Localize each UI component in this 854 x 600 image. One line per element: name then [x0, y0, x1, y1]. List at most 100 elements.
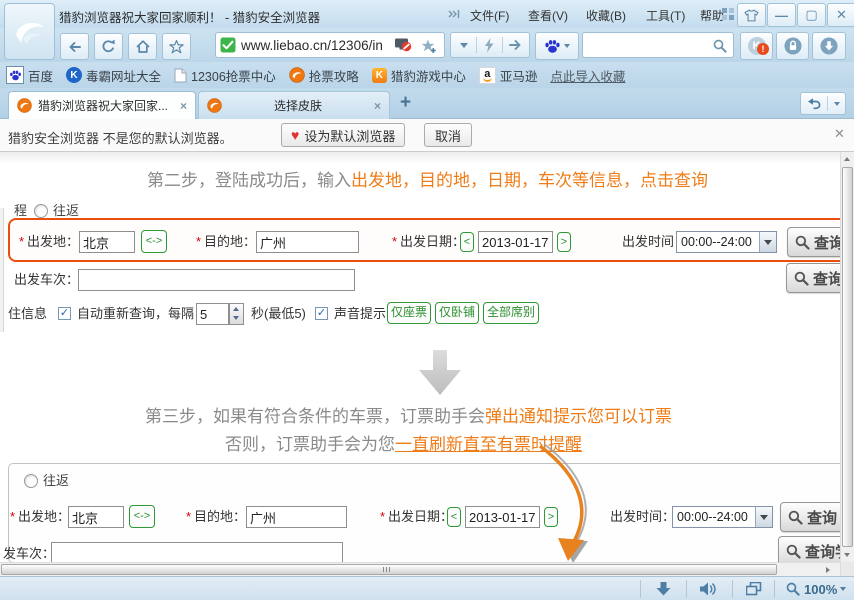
refresh-button[interactable] [94, 33, 123, 60]
duba-account-button[interactable]: K ! [740, 32, 773, 60]
form1-train-input[interactable] [78, 269, 355, 291]
browser-logo-button[interactable] [4, 3, 55, 60]
page-icon [174, 68, 187, 83]
seconds-label: 秒(最低5) [251, 304, 306, 324]
all-seats-button[interactable]: 全部席别 [483, 302, 539, 324]
url-text[interactable]: www.liebao.cn/12306/in [241, 38, 383, 53]
bookmark-qiangpiao[interactable]: 抢票攻略 [289, 66, 359, 85]
status-mute-button[interactable] [700, 582, 717, 600]
form1-date-input[interactable] [478, 231, 553, 253]
speed-boost-button[interactable] [477, 38, 501, 53]
tab-inactive[interactable]: 选择皮肤 × [198, 91, 390, 119]
sleeper-only-button[interactable]: 仅卧铺 [435, 302, 479, 324]
form2-from-label: 出发地： [18, 507, 70, 527]
status-restore-button[interactable] [746, 582, 762, 600]
close-button[interactable]: ✕ [827, 3, 854, 27]
back-button[interactable] [60, 33, 89, 60]
status-download-button[interactable] [656, 582, 671, 600]
privacy-button[interactable] [776, 32, 809, 60]
reopen-closed-tab-button[interactable] [800, 92, 846, 115]
required-mark: * [10, 507, 15, 527]
form1-from-input[interactable] [79, 231, 135, 253]
horizontal-scrollbar[interactable] [0, 562, 840, 576]
downloads-button[interactable] [812, 32, 846, 60]
lightning-icon [484, 38, 494, 53]
form2-swap-button[interactable]: <-> [129, 505, 155, 528]
bookmark-game-center[interactable]: K 猎豹游戏中心 [372, 66, 466, 85]
menu-view[interactable]: 查看(V) [528, 7, 568, 24]
notification-close-icon[interactable]: ✕ [834, 126, 845, 142]
form2-date-prev-button[interactable]: < [447, 507, 461, 527]
search-input[interactable] [586, 35, 710, 57]
zoom-level[interactable]: 100% [804, 582, 837, 597]
adblock-icon[interactable] [394, 38, 410, 56]
reopen-dropdown[interactable] [828, 102, 845, 106]
skin-button[interactable] [737, 3, 766, 27]
seat-only-button[interactable]: 仅座票 [387, 302, 431, 324]
v-scroll-up-arrow[interactable] [844, 157, 850, 161]
form2-roundtrip-radio[interactable] [24, 474, 38, 488]
status-zoom-button[interactable] [786, 582, 800, 600]
form2-from-input[interactable] [68, 506, 124, 528]
window-title: 猎豹浏览器祝大家回家顺利！ - 猎豹安全浏览器 [59, 7, 320, 26]
home-icon [135, 39, 151, 54]
v-scrollbar-thumb[interactable] [842, 167, 853, 547]
search-icon[interactable] [713, 39, 727, 53]
form1-date-prev-button[interactable]: < [460, 232, 474, 252]
interval-input[interactable] [196, 303, 229, 325]
form1-date-label: 出发日期： [400, 232, 465, 252]
minimize-button[interactable]: — [767, 3, 796, 27]
search-engine-button[interactable] [535, 32, 579, 60]
import-bookmarks-link[interactable]: 点此导入收藏 [550, 66, 625, 85]
roundtrip-radio[interactable] [34, 204, 48, 218]
form1-time-select[interactable]: 00:00--24:00 [676, 231, 777, 253]
form2-to-input[interactable] [246, 506, 347, 528]
v-scroll-down-arrow[interactable] [844, 553, 850, 557]
sound-checkbox[interactable]: ✓ [315, 307, 328, 320]
tab-close-icon[interactable]: × [374, 99, 381, 113]
combo-dropdown-button[interactable] [755, 507, 772, 527]
bookmark-12306[interactable]: 12306抢票中心 [174, 66, 276, 85]
menu-favorites[interactable]: 收藏(B) [586, 7, 626, 24]
spinner-up-icon[interactable] [233, 307, 239, 311]
address-actions-group [450, 32, 530, 58]
menu-tools[interactable]: 工具(T) [646, 7, 685, 24]
favorites-button[interactable] [162, 33, 191, 60]
bookmark-label: 百度 [28, 66, 53, 85]
tab-close-icon[interactable]: × [180, 99, 187, 113]
spinner-down-icon[interactable] [233, 316, 239, 320]
bookmark-baidu[interactable]: 百度 [6, 66, 53, 85]
url-dropdown-button[interactable] [453, 43, 475, 48]
set-default-button[interactable]: ♥ 设为默认浏览器 [281, 123, 405, 147]
form1-date-next-button[interactable]: > [557, 232, 571, 252]
form2-train-input[interactable] [51, 542, 343, 564]
tab-active[interactable]: 猎豹浏览器祝大家回家... × [8, 91, 196, 119]
menu-help[interactable]: 帮助 [700, 7, 724, 24]
new-tab-button[interactable]: + [400, 92, 411, 114]
zoom-dropdown-icon[interactable] [840, 587, 846, 591]
h-scroll-right-arrow[interactable] [826, 567, 830, 573]
bookmark-amazon[interactable]: a 亚马逊 [479, 66, 538, 85]
go-button[interactable] [503, 38, 527, 52]
form2-time-select[interactable]: 00:00--24:00 [672, 506, 773, 528]
undo-icon [807, 97, 821, 110]
step3-line1: 第三步，如果有符合条件的车票，订票助手会弹出通知提示您可以订票 [145, 402, 672, 427]
home-button[interactable] [128, 33, 157, 60]
address-bar[interactable]: www.liebao.cn/12306/in [215, 32, 445, 58]
duba-k-icon: K [66, 67, 82, 83]
form1-to-input[interactable] [256, 231, 359, 253]
cancel-button[interactable]: 取消 [424, 123, 472, 147]
vertical-scrollbar[interactable] [840, 152, 854, 576]
auto-refresh-checkbox[interactable]: ✓ [58, 307, 71, 320]
extensions-grid-icon[interactable] [722, 8, 734, 20]
h-scrollbar-thumb[interactable] [1, 564, 777, 575]
menu-pin-icon[interactable] [448, 8, 460, 20]
combo-dropdown-button[interactable] [759, 232, 776, 252]
interval-spinner[interactable] [229, 303, 244, 325]
menu-file[interactable]: 文件(F) [470, 7, 509, 24]
maximize-button[interactable]: ▢ [797, 3, 826, 27]
form2-to-label: 目的地： [194, 507, 246, 527]
add-favorite-star-icon[interactable] [421, 39, 437, 54]
form1-swap-button[interactable]: <-> [141, 230, 167, 253]
bookmark-duba[interactable]: K 毒霸网址大全 [66, 66, 161, 85]
